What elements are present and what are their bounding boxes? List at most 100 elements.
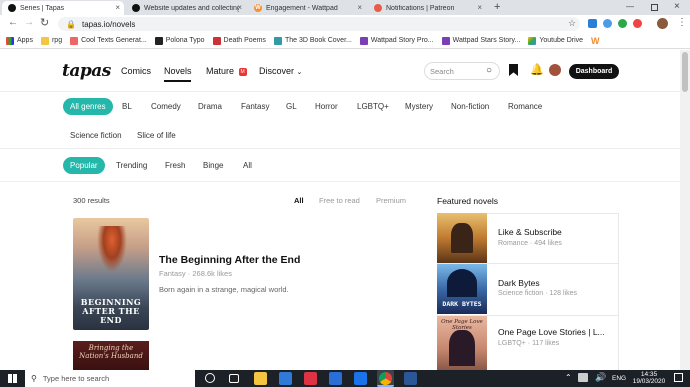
tab-tapas[interactable]: Series | Tapas × [2,1,124,15]
calendar-icon[interactable] [354,372,367,385]
bookmark-death-poems[interactable]: Death Poems [212,36,266,45]
profile-avatar[interactable] [657,18,668,29]
bookmark-wattpad[interactable]: W [591,36,600,46]
featured-cover-one-page-love-stories[interactable]: One Page Love Stories [437,316,487,370]
search-icon[interactable]: ○ [486,65,492,76]
nav-discover[interactable]: Discover ⌄ [259,66,302,76]
genre-fantasy[interactable]: Fantasy [241,102,269,111]
maximize-icon[interactable] [651,4,658,11]
genre-mystery[interactable]: Mystery [405,102,433,111]
bookmark-wattpad-stars[interactable]: Wattpad Stars Story... [441,36,520,45]
close-icon[interactable]: × [357,3,362,12]
close-icon[interactable]: × [237,3,242,12]
user-avatar[interactable] [549,64,561,76]
bookmark-wattpad-story[interactable]: Wattpad Story Pro... [359,36,434,45]
extension-4-icon[interactable] [633,19,642,28]
bookmark-3d-book[interactable]: The 3D Book Cover... [273,36,352,45]
tab-patreon[interactable]: Notifications | Patreon × [368,1,486,15]
sort-trending[interactable]: Trending [116,161,147,170]
volume-icon[interactable]: 🔊 [595,372,606,383]
mail-icon[interactable] [279,372,292,385]
taskbar-search-box[interactable]: ⚲ Type here to search [25,370,195,387]
genre-gl[interactable]: GL [286,102,297,111]
sort-all[interactable]: All [243,161,252,170]
bookmark-star-icon[interactable]: ☆ [568,18,576,29]
bookmark-polona[interactable]: Polona Typo [154,36,205,45]
close-icon[interactable]: × [477,3,482,12]
genre-comedy[interactable]: Comedy [151,102,181,111]
close-icon[interactable]: × [115,3,120,12]
back-arrow-icon[interactable]: ← [8,17,18,28]
genre-lgbtq[interactable]: LGBTQ+ [357,102,389,111]
bookmark-icon[interactable] [509,64,518,76]
bookmark-label: The 3D Book Cover... [284,37,352,44]
filter-premium[interactable]: Premium [376,196,406,205]
extension-1-icon[interactable] [588,19,597,28]
featured-title[interactable]: Dark Bytes [498,278,540,288]
browser-tab-strip: Series | Tapas × Website updates and col… [0,0,690,15]
genre-drama[interactable]: Drama [198,102,222,111]
novel-description: Born again in a strange, magical world. [159,285,289,294]
window-close-icon[interactable]: × [674,1,680,12]
bookmark-rpg[interactable]: rpg [40,36,62,45]
genre-nonfiction[interactable]: Non-fiction [451,102,489,111]
genre-romance[interactable]: Romance [508,102,542,111]
word-icon[interactable] [404,372,417,385]
tapas-logo[interactable]: tapas [62,61,111,81]
sort-binge[interactable]: Binge [203,161,223,170]
action-center-icon[interactable] [674,373,683,382]
featured-title[interactable]: One Page Love Stories | L... [498,327,605,337]
genre-all[interactable]: All genres [63,98,113,115]
nav-novels[interactable]: Novels [164,66,192,76]
minimize-icon[interactable]: — [626,2,634,11]
tab-title: Engagement - Wattpad [266,4,338,12]
windows-start-icon[interactable] [8,374,17,383]
forward-arrow-icon[interactable]: → [24,17,34,28]
novel-title[interactable]: The Beginning After the End [159,254,300,266]
featured-cover-dark-bytes[interactable]: DARK BYTES [437,264,487,314]
chevron-down-icon: ⌄ [296,69,303,76]
reload-icon[interactable]: ↻ [40,16,49,29]
nav-mature[interactable]: Mature M [206,66,247,76]
task-view-icon[interactable] [229,374,239,383]
tab-website-updates[interactable]: Website updates and collecting t × [126,1,246,15]
new-tab-plus-icon[interactable]: + [494,1,500,13]
bookmark-youtube-drive[interactable]: Youtube Drive [528,36,583,45]
bookmark-apps[interactable]: Apps [6,36,33,45]
genre-science-fiction[interactable]: Science fiction [70,131,122,140]
dashboard-button[interactable]: Dashboard [569,64,619,79]
bookmark-cool-texts[interactable]: Cool Texts Generat... [70,36,147,45]
scrollbar-thumb[interactable] [682,52,688,92]
cover-character-art [451,223,473,253]
language-indicator[interactable]: ENG [612,375,626,382]
store-icon[interactable] [329,372,342,385]
filter-free[interactable]: Free to read [319,196,360,205]
network-icon[interactable] [578,373,588,382]
tab-title: Series | Tapas [20,4,65,12]
filter-all[interactable]: All [294,196,304,205]
page-scrollbar[interactable] [680,50,690,370]
nav-comics[interactable]: Comics [121,66,151,76]
extension-3-icon[interactable] [618,19,627,28]
genre-slice-of-life[interactable]: Slice of life [137,131,176,140]
photos-icon[interactable] [304,372,317,385]
featured-cover-like-subscribe[interactable] [437,213,487,263]
clock[interactable]: 14:35 19/03/2020 [631,371,667,385]
google-drive-icon [528,36,537,45]
novel-cover-bringing-the-nations-husband[interactable]: Bringing the Nation's Husband [73,341,149,370]
novel-cover-beginning-after-the-end[interactable]: BEGINNING AFTER THE END [73,218,149,330]
cortana-icon[interactable] [205,373,215,383]
sort-popular[interactable]: Popular [63,157,105,174]
file-explorer-icon[interactable] [254,372,267,385]
tab-wattpad[interactable]: W Engagement - Wattpad × [248,1,366,15]
menu-dots-icon[interactable]: ⋮ [677,17,687,28]
genre-horror[interactable]: Horror [315,102,338,111]
sort-fresh[interactable]: Fresh [165,161,185,170]
featured-title[interactable]: Like & Subscribe [498,227,562,237]
search-input[interactable]: Search ○ [424,62,500,80]
genre-bl[interactable]: BL [122,102,132,111]
address-bar[interactable]: 🔒 tapas.io/novels ☆ [58,17,580,31]
extension-2-icon[interactable] [603,19,612,28]
notification-bell-icon[interactable]: 🔔 [530,63,544,76]
tray-chevron-icon[interactable]: ⌃ [565,373,572,382]
